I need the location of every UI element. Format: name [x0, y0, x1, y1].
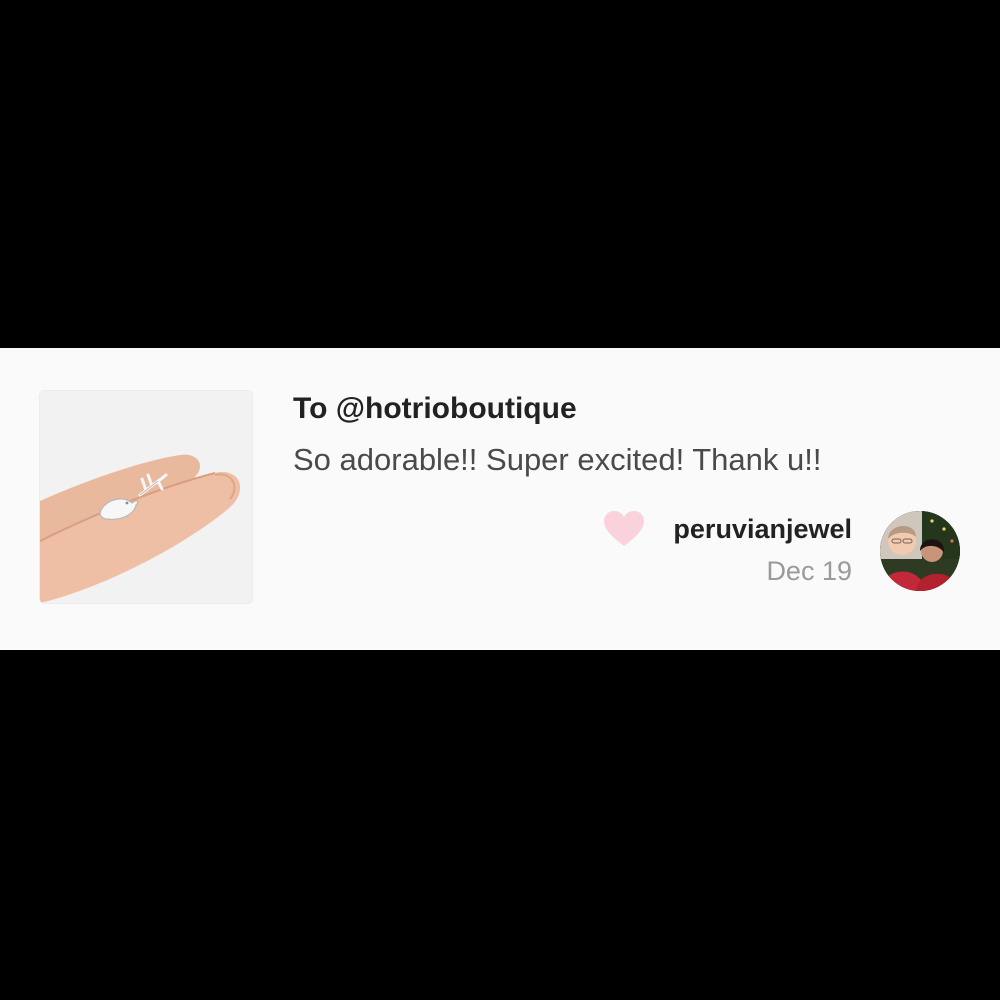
review-message: So adorable!! Super excited! Thank u!!: [293, 442, 822, 477]
heart-icon[interactable]: [603, 510, 645, 548]
avatar-image: [880, 511, 960, 591]
product-image: [40, 391, 252, 603]
product-thumbnail[interactable]: [40, 391, 252, 603]
screen: To @hotrioboutique So adorable!! Super e…: [0, 0, 1000, 1000]
review-recipient[interactable]: To @hotrioboutique: [293, 392, 577, 426]
reviewer-username[interactable]: peruvianjewel: [673, 514, 852, 545]
reviewer-avatar[interactable]: [880, 511, 960, 591]
review-date: Dec 19: [766, 556, 852, 586]
review-card: To @hotrioboutique So adorable!! Super e…: [0, 348, 1000, 650]
